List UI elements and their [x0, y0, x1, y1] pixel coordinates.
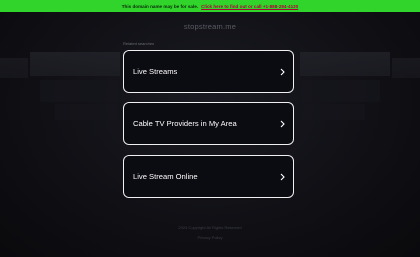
footer-copyright: 2024 Copyright All Rights Reserved — [178, 225, 242, 230]
chevron-right-icon — [279, 173, 285, 181]
result-live-stream-online[interactable]: Live Stream Online — [123, 155, 294, 198]
result-live-streams[interactable]: Live Streams — [123, 50, 294, 93]
sale-banner: This domain name may be for sale. Click … — [0, 0, 420, 12]
bg-band-left-2 — [0, 58, 28, 78]
chevron-right-icon — [279, 68, 285, 76]
domain-title: stopstream.me — [183, 22, 237, 31]
bg-band-left-4 — [55, 104, 117, 120]
bg-band-right-3 — [302, 80, 380, 102]
bg-band-left-1 — [30, 52, 120, 76]
bg-band-right-1 — [300, 52, 390, 76]
result-label: Cable TV Providers in My Area — [133, 119, 237, 128]
chevron-right-icon — [279, 120, 285, 128]
bg-band-right-4 — [303, 104, 365, 120]
result-label: Live Stream Online — [133, 172, 198, 181]
bg-band-left-3 — [40, 80, 118, 102]
page: This domain name may be for sale. Click … — [0, 0, 420, 257]
bg-band-right-2 — [392, 58, 420, 78]
footer-privacy-link[interactable]: Privacy Policy — [0, 235, 420, 240]
sale-notice: This domain name may be for sale. — [121, 3, 199, 9]
sale-link[interactable]: Click here to find out or call +1-888-28… — [201, 4, 298, 9]
result-cable-tv-providers[interactable]: Cable TV Providers in My Area — [123, 102, 294, 145]
related-searches-label: Related searches — [123, 41, 155, 46]
result-label: Live Streams — [133, 67, 178, 76]
